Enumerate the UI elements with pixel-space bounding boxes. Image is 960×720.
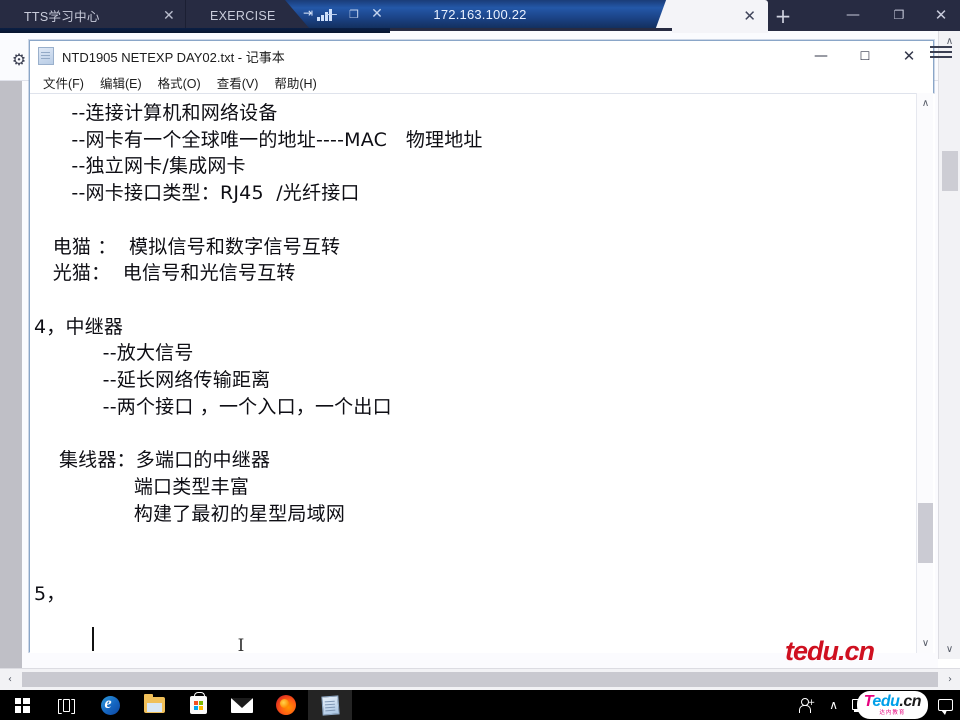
scroll-right-icon[interactable]: › <box>940 669 960 691</box>
notepad-title: NTD1905 NETEXP DAY02.txt - 记事本 <box>62 49 285 65</box>
people-icon[interactable]: + <box>792 690 822 720</box>
notepad-vertical-scrollbar[interactable]: ∧ ∨ <box>916 93 933 653</box>
start-button[interactable] <box>0 690 44 720</box>
browser-vscroll-thumb[interactable] <box>942 151 958 191</box>
notepad-window: NTD1905 NETEXP DAY02.txt - 记事本 — ☐ ✕ 文件(… <box>29 40 935 653</box>
menu-item-view[interactable]: 查看(V) <box>210 71 266 94</box>
scroll-down-icon[interactable]: ∨ <box>917 633 934 653</box>
scroll-down-icon[interactable]: ∨ <box>939 639 960 659</box>
menu-item-help[interactable]: 帮助(H) <box>267 71 323 94</box>
taskbar-item-edge[interactable] <box>88 690 132 720</box>
scroll-left-icon[interactable]: ‹ <box>0 669 20 691</box>
notepad-maximize-button[interactable]: ☐ <box>843 41 887 71</box>
notepad-menubar: 文件(F) 编辑(E) 格式(O) 查看(V) 帮助(H) <box>30 71 933 93</box>
close-icon[interactable]: ✕ <box>743 9 756 24</box>
taskbar-item-microsoft-store[interactable] <box>176 690 220 720</box>
browser-tab-label: TTS学习中心 <box>24 10 100 24</box>
taskbar-item-notepad[interactable] <box>308 690 352 720</box>
taskbar-item-firefox[interactable] <box>264 690 308 720</box>
notifications-icon[interactable] <box>931 690 960 720</box>
edge-icon <box>100 695 120 715</box>
folder-icon <box>143 694 165 713</box>
close-icon[interactable]: ✕ <box>163 9 175 23</box>
tedu-logo-edu: edu <box>872 692 900 710</box>
tedu-logo-cn: .cn <box>899 692 921 710</box>
ibeam-cursor-icon: I <box>237 636 245 653</box>
notepad-icon <box>320 694 340 716</box>
browser-tab-active[interactable]: ✕ <box>672 0 768 33</box>
notepad-text-area[interactable]: --连接计算机和网络设备 --网卡有一个全球唯一的地址----MAC 物理地址 … <box>30 93 935 653</box>
overlay-close-button[interactable]: ✕ <box>364 0 390 28</box>
notepad-minimize-button[interactable]: — <box>799 41 843 71</box>
notepad-titlebar[interactable]: NTD1905 NETEXP DAY02.txt - 记事本 — ☐ ✕ <box>30 41 933 71</box>
tedu-logo-text: Tedu.cn <box>864 692 922 710</box>
taskbar-item-file-explorer[interactable] <box>132 690 176 720</box>
browser-horizontal-scrollbar[interactable]: ‹ › <box>0 668 960 690</box>
notepad-icon <box>38 47 54 65</box>
browser-tab-tts[interactable]: TTS学习中心 ✕ <box>0 0 186 31</box>
browser-maximize-button[interactable]: ❐ <box>884 2 914 28</box>
tedu-logo-subtitle: 达内教育 <box>879 709 906 716</box>
task-view-icon <box>57 698 75 714</box>
task-view-button[interactable] <box>44 690 88 720</box>
new-tab-button[interactable]: + <box>770 3 796 29</box>
network-overlay-underline <box>0 28 390 33</box>
chevron-up-icon[interactable]: ∧ <box>822 690 845 720</box>
text-caret <box>92 627 94 651</box>
browser-tab-exercise[interactable]: EXERCISE <box>186 0 292 31</box>
browser-minimize-button[interactable]: — <box>838 2 868 28</box>
notepad-vscroll-thumb[interactable] <box>918 503 933 563</box>
browser-hscroll-thumb[interactable] <box>22 672 938 687</box>
scroll-up-icon[interactable]: ∧ <box>917 93 934 113</box>
taskbar-item-mail[interactable] <box>220 690 264 720</box>
menu-item-file[interactable]: 文件(F) <box>36 71 91 94</box>
notepad-text-content: --连接计算机和网络设备 --网卡有一个全球唯一的地址----MAC 物理地址 … <box>34 102 483 605</box>
tedu-tray-logo: Tedu.cn 达内教育 <box>856 691 928 719</box>
browser-close-button[interactable]: ✕ <box>926 2 956 28</box>
menu-item-format[interactable]: 格式(O) <box>151 71 208 94</box>
windows-logo-icon <box>14 697 30 713</box>
hamburger-menu-icon[interactable] <box>930 40 952 64</box>
gear-icon[interactable]: ⚙ <box>6 46 32 72</box>
envelope-icon <box>231 697 253 713</box>
taskbar: + ∧ 中 Tedu.cn 达内教育 <box>0 690 960 720</box>
browser-vertical-scrollbar[interactable]: ∧ ∨ <box>938 31 960 659</box>
firefox-icon <box>276 695 296 715</box>
store-bag-icon <box>189 692 207 714</box>
browser-tab-label: EXERCISE <box>210 8 276 23</box>
tedu-logo-watermark: tedu.cn <box>785 636 875 666</box>
notepad-close-button[interactable]: ✕ <box>887 41 931 71</box>
menu-item-edit[interactable]: 编辑(E) <box>93 71 149 94</box>
page-left-rail <box>0 31 22 690</box>
